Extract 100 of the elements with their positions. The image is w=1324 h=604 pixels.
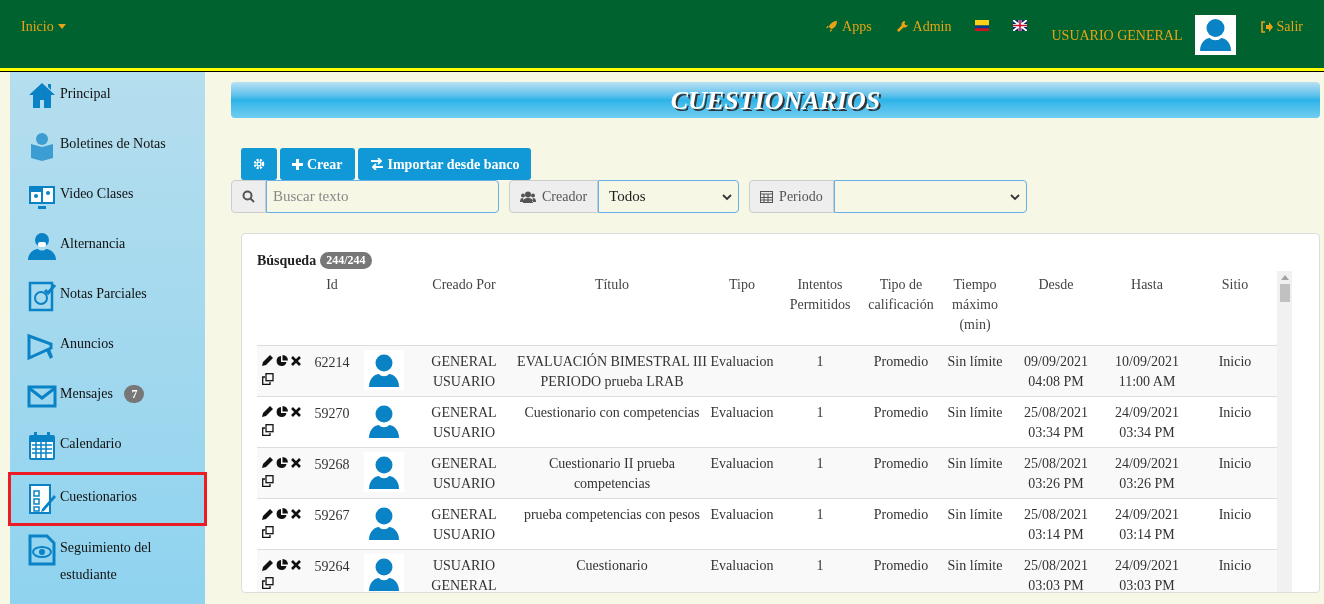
nav-link[interactable]: Admin: [895, 16, 952, 37]
column-header[interactable]: Tipo: [707, 275, 777, 295]
column-header[interactable]: Id: [307, 275, 357, 295]
nav-link[interactable]: Apps: [825, 16, 872, 37]
pie-chart-icon[interactable]: [276, 508, 288, 521]
table-cell: 25/08/2021 03:26 PM: [1024, 455, 1088, 491]
table-cell: Promedio: [873, 353, 929, 369]
results-label: Búsqueda: [257, 252, 317, 270]
search-icon: [242, 190, 255, 203]
sidebar-item[interactable]: Principal: [10, 72, 205, 122]
table-cell: Sin límite: [947, 404, 1003, 420]
table-cell: Cuestionario: [576, 558, 648, 574]
pencil-icon[interactable]: [262, 355, 273, 366]
table-cell: 1: [816, 404, 824, 420]
copy-icon[interactable]: [262, 423, 274, 436]
eye-document-icon: [26, 534, 58, 566]
table-cell: EVALUACIÓN BIMESTRAL III PERIODO prueba LRAB: [517, 353, 707, 389]
creator-select[interactable]: Todos: [598, 180, 740, 213]
table-cell: 10/09/2021 11:00 AM: [1115, 353, 1179, 389]
table-cell: Promedio: [873, 558, 929, 574]
table-cell: Evaluacion: [710, 455, 774, 471]
table-cell: 59264: [314, 559, 350, 575]
table-cell: GENERAL USUARIO: [431, 353, 497, 389]
checklist-icon: [26, 483, 58, 515]
sidebar-item[interactable]: Seguimiento del estudiante: [10, 526, 205, 596]
scrollbar[interactable]: [1277, 271, 1292, 592]
table-cell: 24/09/2021 03:03 PM: [1115, 558, 1179, 592]
chevron-down-icon: [722, 194, 733, 201]
settings-button[interactable]: [241, 148, 277, 180]
table-cell: Cuestionario II prueba competencias: [549, 455, 675, 491]
user-name: USUARIO GENERAL: [1051, 27, 1183, 45]
copy-icon[interactable]: [262, 577, 274, 590]
chevron-down-icon: [1009, 194, 1020, 201]
pencil-icon[interactable]: [262, 457, 273, 469]
table-cell: Promedio: [873, 455, 929, 471]
copy-icon[interactable]: [262, 526, 274, 539]
close-icon[interactable]: [291, 509, 301, 520]
pencil-icon[interactable]: [262, 406, 273, 418]
sidebar-item[interactable]: Mensajes 7: [10, 372, 205, 422]
sidebar-item[interactable]: Notas Parciales: [10, 272, 205, 322]
column-header[interactable]: Tiempo máximo (min): [939, 275, 1011, 335]
pie-chart-icon[interactable]: [276, 354, 288, 367]
sidebar-item[interactable]: Anuncios: [10, 322, 205, 372]
search-field[interactable]: Buscar texto: [266, 180, 499, 213]
flag-icon[interactable]: [1013, 20, 1028, 31]
calendar-icon: [760, 190, 774, 203]
close-icon[interactable]: [291, 457, 301, 468]
table-cell: Sin límite: [947, 558, 1003, 574]
period-label: Periodo: [749, 180, 834, 213]
sidebar-item[interactable]: Boletines de Notas: [10, 122, 205, 172]
page-title: CUESTIONARIOS: [670, 84, 881, 117]
pencil-icon[interactable]: [262, 559, 273, 571]
column-header[interactable]: Desde: [1011, 275, 1101, 295]
home-menu[interactable]: Inicio: [21, 16, 66, 37]
table-cell: USUARIO GENERAL: [431, 558, 497, 592]
copy-icon[interactable]: [262, 474, 274, 487]
avatar-icon[interactable]: [1194, 15, 1236, 55]
table-cell: 1: [816, 507, 824, 523]
sidebar-item[interactable]: Calendario: [10, 422, 205, 472]
table-cell: Sin límite: [947, 455, 1003, 471]
table-cell: Promedio: [873, 404, 929, 420]
count-badge: 244/244: [320, 252, 372, 269]
column-header[interactable]: Intentos Permitidos: [777, 275, 863, 315]
table-cell: 24/09/2021 03:26 PM: [1115, 455, 1179, 491]
table-cell: 1: [816, 353, 824, 369]
table-cell: Inicio: [1218, 455, 1252, 471]
table-cell: 59270: [314, 405, 350, 421]
table-cell: 24/09/2021 03:14 PM: [1115, 507, 1179, 543]
column-header[interactable]: Hasta: [1101, 275, 1193, 295]
settings-icon: [253, 158, 265, 170]
person-icon: [26, 230, 58, 262]
table-cell: prueba competencias con pesos: [523, 507, 701, 523]
pie-chart-icon[interactable]: [276, 559, 288, 572]
pie-chart-icon[interactable]: [276, 456, 288, 469]
avatar-icon: [364, 451, 404, 492]
swap-arrows-icon: [369, 158, 384, 170]
pie-chart-icon[interactable]: [276, 405, 288, 418]
column-header[interactable]: Creado Por: [411, 275, 517, 295]
column-header[interactable]: Título: [517, 275, 707, 295]
close-icon[interactable]: [291, 355, 301, 366]
pencil-icon[interactable]: [262, 508, 273, 520]
table-cell: Inicio: [1218, 558, 1252, 574]
flag-icon[interactable]: [975, 20, 990, 31]
plus-icon: [292, 158, 303, 170]
table-cell: 25/08/2021 03:34 PM: [1024, 404, 1088, 440]
table-cell: Promedio: [873, 507, 929, 523]
close-icon[interactable]: [291, 560, 301, 571]
close-icon[interactable]: [291, 406, 301, 417]
table-cell: Inicio: [1218, 404, 1252, 420]
copy-icon[interactable]: [262, 372, 274, 385]
sidebar-item[interactable]: Alternancia: [10, 222, 205, 272]
column-header[interactable]: Tipo de calificación: [863, 275, 939, 315]
table-cell: GENERAL USUARIO: [431, 404, 497, 440]
creator-label: Creador: [509, 180, 599, 213]
table-cell: 1: [816, 558, 824, 574]
table-cell: Sin límite: [947, 353, 1003, 369]
table-cell: 59267: [314, 508, 350, 524]
column-header[interactable]: Sitio: [1193, 275, 1277, 295]
sidebar-item[interactable]: Cuestionarios: [8, 472, 207, 526]
sidebar-item[interactable]: Video Clases: [10, 172, 205, 222]
